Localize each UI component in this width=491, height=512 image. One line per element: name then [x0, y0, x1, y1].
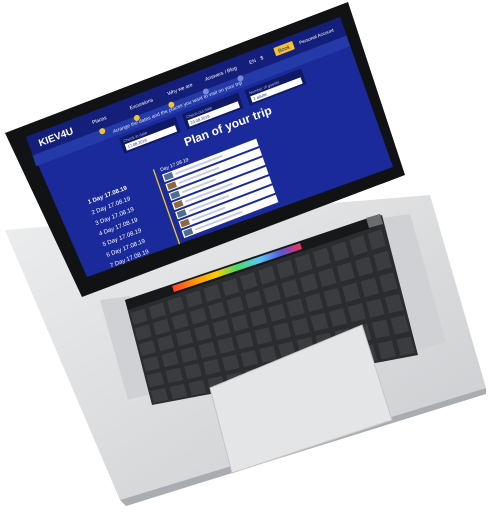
- laptop-photo: KIEV4U PlacesExcursionsWhy we areAnswers…: [5, 2, 486, 506]
